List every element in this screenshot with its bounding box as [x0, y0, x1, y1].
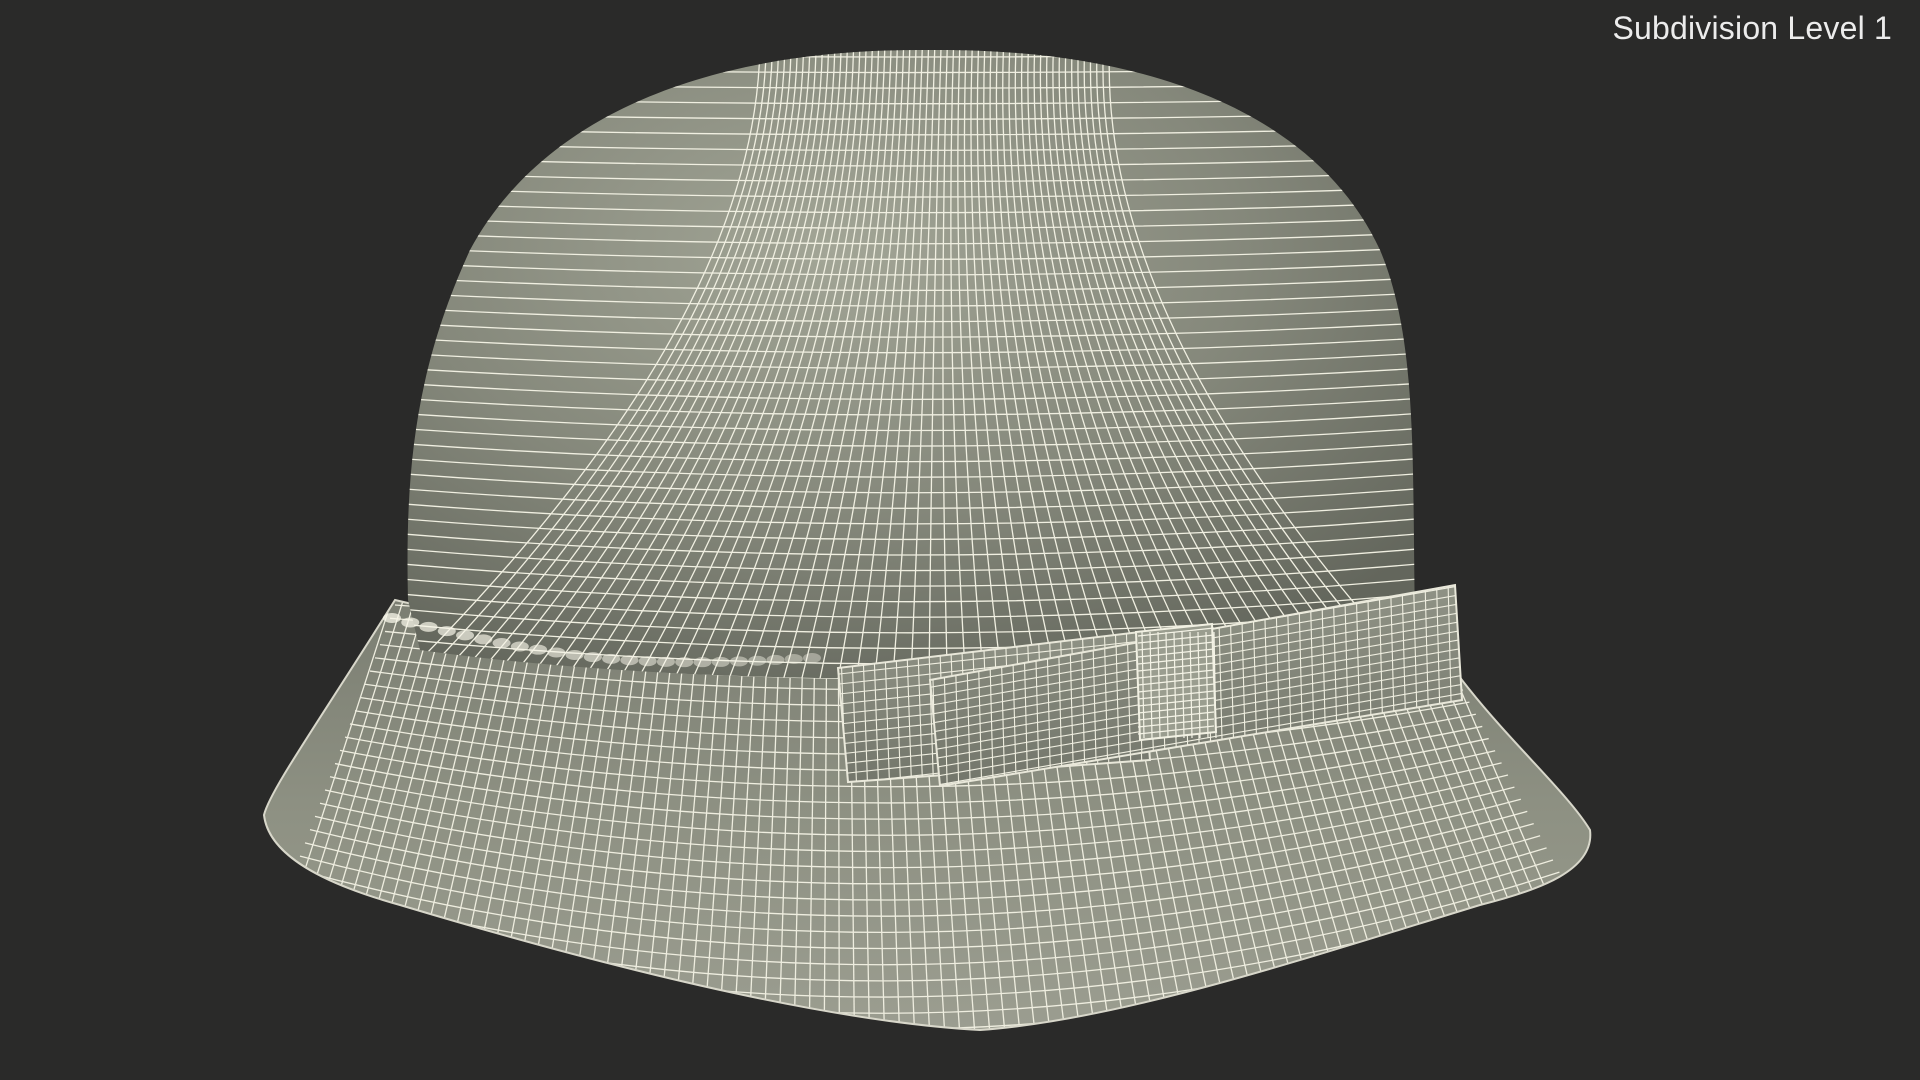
subdivision-level-label: Subdivision Level 1: [1612, 10, 1892, 46]
viewport: Subdivision Level 1: [0, 0, 1920, 1080]
hat-crown: [407, 49, 1415, 680]
hat-wireframe-render: [263, 49, 1592, 1031]
